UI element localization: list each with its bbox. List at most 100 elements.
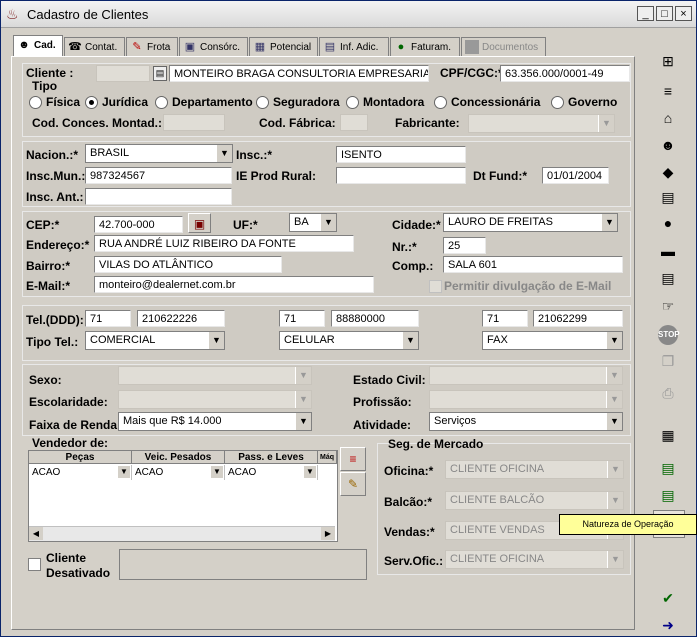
cod-conces-label: Cod. Conces. Montad.: <box>32 116 162 130</box>
tab-cad[interactable]: ☻ Cad. <box>13 35 63 58</box>
vendedor-grid[interactable]: Peças Veic. Pesados Pass. e Leves Máq AC… <box>28 450 338 542</box>
vendedor-label: Vendedor de: <box>32 436 109 450</box>
car-icon[interactable]: ▬ <box>653 238 683 264</box>
dt-fund-field[interactable]: 01/01/2004 <box>542 167 609 184</box>
ie-prod-rural-field[interactable] <box>336 167 466 184</box>
tel2-ddd-field[interactable]: 71 <box>279 310 325 327</box>
folder-icon: ▣ <box>184 41 196 54</box>
tel2-type-select[interactable]: CELULAR ▼ <box>279 331 419 350</box>
radio-dot <box>551 95 564 109</box>
cliente-code-field[interactable] <box>96 65 150 82</box>
maximize-button[interactable]: □ <box>656 6 673 21</box>
tab-inf-adic[interactable]: ▤ Inf. Adic. <box>319 37 389 57</box>
tipo-departamento-radio[interactable]: Departamento <box>155 95 253 109</box>
tab-frota[interactable]: ✎ Frota <box>126 37 178 57</box>
radio-dot-selected <box>85 95 98 109</box>
insc-ant-field[interactable] <box>85 188 232 205</box>
serv-ofic-label: Serv.Ofic.: <box>384 554 444 568</box>
check-save-icon[interactable]: ✔ <box>653 585 683 611</box>
vendedor-add-button[interactable]: ≡ <box>340 447 366 471</box>
cliente-name-field[interactable]: MONTEIRO BRAGA CONSULTORIA EMPRESARIAL L… <box>169 65 429 82</box>
list-add-icon[interactable]: ≡ <box>653 78 683 104</box>
green-document-2-icon[interactable]: ▤ <box>653 482 683 508</box>
stop-icon[interactable]: STOP <box>658 325 680 345</box>
uf-select[interactable]: BA ▼ <box>289 213 337 232</box>
atividade-label: Atividade: <box>353 418 412 432</box>
tipo-montadora-radio[interactable]: Montadora <box>346 95 424 109</box>
oficina-select: CLIENTE OFICINA ▼ <box>445 460 624 479</box>
cidade-select[interactable]: LAURO DE FREITAS ▼ <box>443 213 618 232</box>
tab-consorc[interactable]: ▣ Consórc. <box>179 37 248 57</box>
copy-icon: ❐ <box>661 353 675 369</box>
column-header-veic-pesados[interactable]: Veic. Pesados <box>132 451 225 464</box>
tab-faturam[interactable]: ● Faturam. <box>390 37 460 57</box>
fabricante-select: ▼ <box>468 114 615 133</box>
scroll-right-icon[interactable]: ▶ <box>321 527 335 540</box>
chart-icon: ▦ <box>254 41 266 54</box>
person-icon[interactable]: ☻ <box>653 132 683 158</box>
endereco-field[interactable]: RUA ANDRÉ LUIZ RIBEIRO DA FONTE <box>94 235 354 252</box>
grid-cell-pass-leves[interactable]: ACAO ▼ <box>225 465 318 480</box>
tipo-seguradora-radio[interactable]: Seguradora <box>256 95 340 109</box>
tag-icon[interactable]: ◆ <box>653 159 683 185</box>
desativado-checkbox[interactable] <box>28 558 41 571</box>
close-button[interactable]: × <box>675 6 692 21</box>
comp-field[interactable]: SALA 601 <box>443 256 623 273</box>
tipo-governo-radio[interactable]: Governo <box>551 95 617 109</box>
scroll-left-icon[interactable]: ◀ <box>29 527 43 540</box>
faixa-renda-select[interactable]: Mais que R$ 14.000 ▼ <box>118 412 312 431</box>
desativado-label-line2: Desativado <box>46 566 111 580</box>
search-icon[interactable]: ▤ <box>153 66 167 81</box>
document-search-icon[interactable]: ▤ <box>653 184 683 210</box>
tel1-ddd-field[interactable]: 71 <box>85 310 131 327</box>
chevron-down-icon[interactable]: ▼ <box>304 466 316 478</box>
email-field[interactable]: monteiro@dealernet.com.br <box>94 276 374 293</box>
tab-contat[interactable]: ☎ Contat. <box>64 37 125 57</box>
insc-mun-field[interactable]: 987324567 <box>85 167 232 184</box>
column-header-maq[interactable]: Máq <box>318 451 337 464</box>
atividade-select[interactable]: Serviços ▼ <box>429 412 623 431</box>
permitir-email-label: Permitir divulgação de E-Mail <box>444 279 612 293</box>
column-header-pecas[interactable]: Peças <box>29 451 132 464</box>
exit-door-icon[interactable]: ➜ <box>653 612 683 638</box>
phone-icon: ☎ <box>68 41 82 54</box>
minimize-button[interactable]: _ <box>637 6 654 21</box>
document-icon[interactable]: ▤ <box>653 265 683 291</box>
horizontal-scrollbar[interactable]: ◀ ▶ <box>29 526 335 541</box>
calculator-icon[interactable]: ▦ <box>653 422 683 448</box>
tel3-number-field[interactable]: 21062299 <box>533 310 623 327</box>
nacion-select[interactable]: BRASIL ▼ <box>85 144 233 163</box>
cep-search-button[interactable]: ▣ <box>188 213 211 233</box>
nr-field[interactable]: 25 <box>443 237 486 254</box>
tel1-type-select[interactable]: COMERCIAL ▼ <box>85 331 225 350</box>
vendedor-edit-button[interactable]: ✎ <box>340 472 366 496</box>
thumbs-up-icon[interactable]: ☞ <box>653 293 683 319</box>
tree-icon[interactable]: ⊞ <box>653 48 683 74</box>
escolaridade-select: ▼ <box>118 390 312 409</box>
chevron-down-icon[interactable]: ▼ <box>118 466 130 478</box>
comp-label: Comp.: <box>392 259 434 273</box>
radio-dot <box>155 95 168 109</box>
cpf-field[interactable]: 63.356.000/0001-49 <box>500 65 630 82</box>
tel3-type-select[interactable]: FAX ▼ <box>482 331 623 350</box>
tab-potencial[interactable]: ▦ Potencial <box>249 37 318 57</box>
house-hand-icon[interactable]: ⌂ <box>653 105 683 131</box>
grid-cell-pecas[interactable]: ACAO ▼ <box>29 465 132 480</box>
tel3-ddd-field[interactable]: 71 <box>482 310 528 327</box>
green-document-icon[interactable]: ▤ <box>653 455 683 481</box>
insc-field[interactable]: ISENTO <box>336 146 466 163</box>
tipo-concessionaria-radio[interactable]: Concessionária <box>434 95 540 109</box>
chevron-down-icon[interactable]: ▼ <box>211 466 223 478</box>
title-bar: ♨ Cadastro de Clientes _ □ × <box>1 1 696 28</box>
tel1-number-field[interactable]: 210622226 <box>137 310 225 327</box>
column-header-pass-leves[interactable]: Pass. e Leves <box>225 451 318 464</box>
cep-field[interactable]: 42.700-000 <box>94 216 183 233</box>
money-bag-icon[interactable]: ● <box>653 210 683 236</box>
list-icon: ▤ <box>324 41 336 54</box>
tipo-fisica-radio[interactable]: Física <box>29 95 80 109</box>
tel2-number-field[interactable]: 88880000 <box>331 310 419 327</box>
grid-cell-veic-pesados[interactable]: ACAO ▼ <box>132 465 225 480</box>
bairro-field[interactable]: VILAS DO ATLÂNTICO <box>94 256 282 273</box>
fabricante-label: Fabricante: <box>395 116 460 130</box>
tipo-juridica-radio[interactable]: Jurídica <box>85 95 148 109</box>
